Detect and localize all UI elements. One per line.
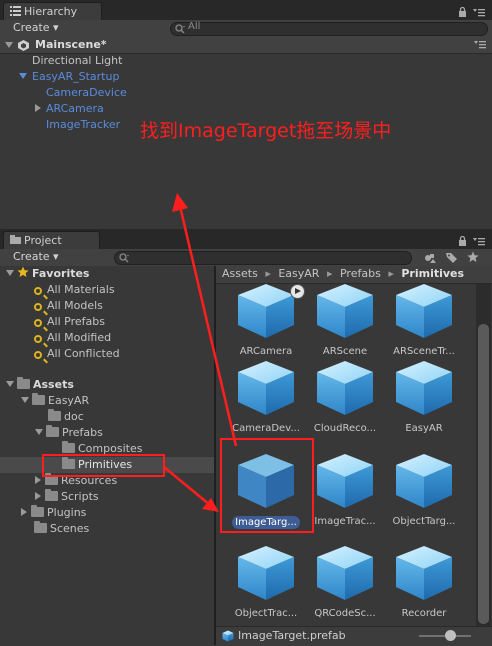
arrow-to-asset [163, 466, 211, 506]
annotation-overlay [42, 193, 314, 533]
primitives-highlight-box [42, 454, 165, 477]
arrow-to-hierarchy [178, 205, 238, 447]
arrow-to-hierarchy-head [172, 193, 188, 212]
imagetarget-highlight-box [220, 438, 314, 533]
